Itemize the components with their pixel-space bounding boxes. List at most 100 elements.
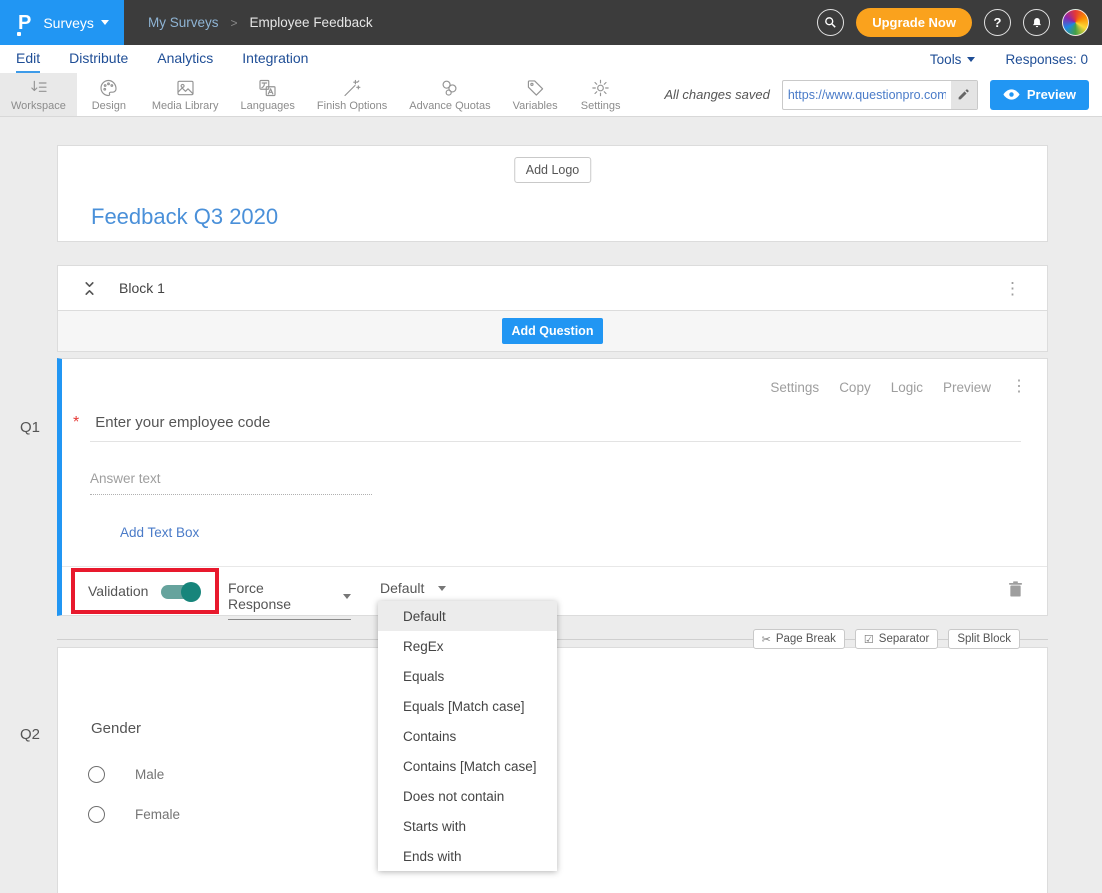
answer-option-male[interactable]: Male (88, 766, 164, 783)
chevron-down-icon (438, 586, 446, 591)
question-text-underline (90, 441, 1021, 442)
answer-text-underline (90, 494, 372, 495)
delete-question-button[interactable] (1008, 580, 1023, 603)
tab-distribute[interactable]: Distribute (69, 45, 128, 73)
responses-count[interactable]: Responses: 0 (1005, 52, 1088, 67)
validation-label: Validation (88, 583, 148, 599)
menu-item-regex[interactable]: RegEx (378, 631, 557, 661)
question-menu-button[interactable]: ⋮ (1011, 379, 1027, 395)
tools-menu[interactable]: Tools (930, 52, 976, 67)
notifications-button[interactable] (1023, 9, 1050, 36)
menu-item-equals[interactable]: Equals (378, 661, 557, 691)
toolbar-item-variables[interactable]: Variables (502, 73, 569, 116)
question-text-q1[interactable]: Enter your employee code (95, 414, 270, 431)
help-button[interactable]: ? (984, 9, 1011, 36)
menu-item-does-not-contain[interactable]: Does not contain (378, 781, 557, 811)
toolbar-item-media-library[interactable]: Media Library (141, 73, 230, 116)
breadcrumb-separator: > (231, 16, 238, 30)
menu-item-default[interactable]: Default (378, 601, 557, 631)
menu-item-contains[interactable]: Contains (378, 721, 557, 751)
question-copy-link[interactable]: Copy (839, 380, 871, 395)
tab-integration[interactable]: Integration (242, 45, 308, 73)
add-question-strip: Add Question (57, 311, 1048, 352)
questionpro-survey-editor: P Surveys My Surveys > Employee Feedback… (0, 0, 1102, 893)
chain-links-icon (439, 78, 460, 98)
toolbar-item-workspace[interactable]: Workspace (0, 73, 77, 116)
chevron-down-icon (967, 57, 975, 62)
menu-item-contains-match-case[interactable]: Contains [Match case] (378, 751, 557, 781)
question-settings-link[interactable]: Settings (770, 380, 819, 395)
survey-title[interactable]: Feedback Q3 2020 (91, 204, 278, 230)
add-logo-button[interactable]: Add Logo (514, 157, 592, 183)
search-button[interactable] (817, 9, 844, 36)
preview-button[interactable]: Preview (990, 80, 1089, 110)
workspace-icon (28, 78, 49, 98)
question-card-q1: Settings Copy Logic Preview ⋮ * Enter yo… (57, 358, 1048, 616)
breadcrumb-my-surveys[interactable]: My Surveys (148, 15, 219, 30)
collapse-block-button[interactable] (82, 280, 97, 297)
split-block-button[interactable]: Split Block (948, 629, 1020, 649)
add-text-box-link[interactable]: Add Text Box (120, 525, 199, 540)
question-text-q2[interactable]: Gender (91, 720, 141, 737)
translate-icon (257, 78, 278, 98)
tab-edit[interactable]: Edit (16, 45, 40, 73)
block-menu-button[interactable]: ⋮ (1004, 280, 1021, 297)
toolbar-item-design[interactable]: Design (77, 73, 141, 116)
question-logic-link[interactable]: Logic (891, 380, 923, 395)
tag-icon (525, 78, 546, 98)
survey-url-input[interactable] (783, 88, 951, 102)
bell-icon (1030, 16, 1044, 30)
top-navbar: P Surveys My Surveys > Employee Feedback… (0, 0, 1102, 45)
questionpro-logo-icon: P (18, 13, 31, 33)
question-number-q1: Q1 (12, 419, 48, 436)
toggle-knob (181, 582, 201, 602)
chevron-down-icon (343, 594, 351, 599)
image-icon (175, 78, 196, 98)
page-break-button[interactable]: ✂ Page Break (753, 629, 845, 649)
magic-wand-icon (342, 78, 363, 98)
block-divider-tools: ✂ Page Break ☑ Separator Split Block (753, 629, 1020, 649)
editor-toolbar: Workspace Design Media Library Languages… (0, 73, 1102, 117)
force-response-dropdown[interactable]: Force Response (228, 580, 351, 620)
survey-url-box (782, 80, 978, 110)
answer-option-female[interactable]: Female (88, 806, 180, 823)
question-preview-link[interactable]: Preview (943, 380, 991, 395)
edit-url-button[interactable] (951, 81, 977, 109)
menu-item-equals-match-case[interactable]: Equals [Match case] (378, 691, 557, 721)
tools-label: Tools (930, 52, 962, 67)
save-status: All changes saved (664, 87, 770, 102)
tab-analytics[interactable]: Analytics (157, 45, 213, 73)
add-question-button[interactable]: Add Question (502, 318, 604, 344)
upgrade-now-button[interactable]: Upgrade Now (856, 8, 972, 37)
toolbar-item-finish-options[interactable]: Finish Options (306, 73, 398, 116)
answer-text-field[interactable]: Answer text (90, 471, 161, 486)
validation-row-divider (62, 566, 1047, 567)
checkbox-icon: ☑ (864, 633, 874, 646)
menu-item-starts-with[interactable]: Starts with (378, 811, 557, 841)
question-number-q2: Q2 (12, 726, 48, 743)
search-icon (823, 15, 838, 30)
pencil-icon (957, 88, 970, 101)
toolbar-item-advance-quotas[interactable]: Advance Quotas (398, 73, 501, 116)
gear-icon (590, 78, 611, 98)
topbar-actions: Upgrade Now ? (817, 8, 1102, 37)
block-header: Block 1 ⋮ (57, 265, 1048, 311)
radio-icon[interactable] (88, 766, 105, 783)
user-avatar[interactable] (1062, 9, 1089, 36)
breadcrumb: My Surveys > Employee Feedback (148, 15, 373, 30)
radio-icon[interactable] (88, 806, 105, 823)
validation-toggle[interactable] (161, 585, 199, 599)
product-switcher[interactable]: P Surveys (0, 0, 124, 45)
toolbar-item-settings[interactable]: Settings (569, 73, 633, 116)
scissors-icon: ✂ (762, 633, 771, 646)
menu-item-ends-with[interactable]: Ends with (378, 841, 557, 871)
question-mark-icon: ? (994, 15, 1002, 30)
required-marker: * (73, 414, 79, 432)
chevron-down-icon (101, 20, 109, 25)
block-title[interactable]: Block 1 (119, 280, 165, 296)
collapse-icon (82, 280, 97, 297)
breadcrumb-current-survey: Employee Feedback (250, 15, 373, 30)
toolbar-item-languages[interactable]: Languages (229, 73, 305, 116)
separator-button[interactable]: ☑ Separator (855, 629, 938, 649)
trash-icon (1008, 580, 1023, 598)
